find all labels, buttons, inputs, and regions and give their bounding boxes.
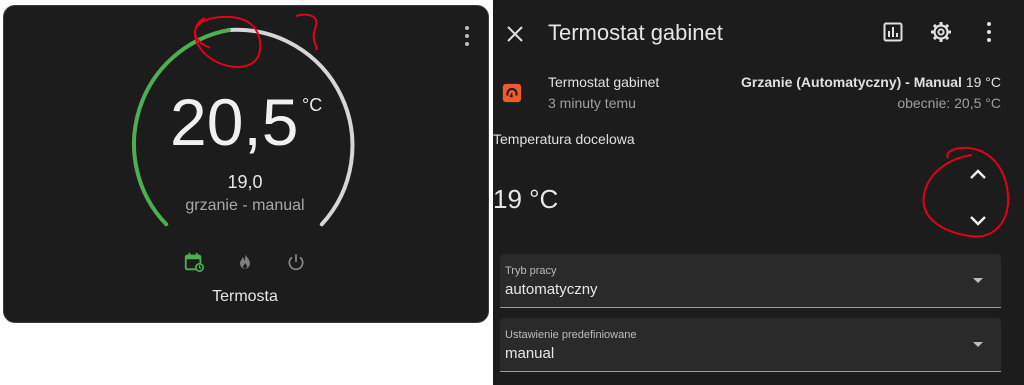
history-chart-icon[interactable] (881, 20, 905, 44)
target-temperature-value: 19 °C (493, 184, 559, 214)
target-temperature: 19,0 (227, 172, 263, 192)
thermostat-entity-icon (502, 83, 522, 103)
mode-buttons (180, 250, 310, 276)
gear-icon[interactable] (929, 20, 953, 44)
more-vert-icon[interactable] (981, 20, 997, 44)
target-temperature-label: Temperatura docelowa (493, 131, 635, 147)
hvac-mode-label: Tryb pracy (505, 265, 557, 277)
power-icon[interactable] (284, 250, 308, 274)
entity-name: Termostat gabinet (548, 74, 660, 90)
dialog-title: Termostat gabinet (548, 20, 723, 45)
hvac-mode-select[interactable]: Tryb pracy automatyczny (500, 254, 1001, 308)
temperature-dial[interactable] (0, 0, 493, 330)
preset-mode-select[interactable]: Ustawienie predefiniowane manual (500, 318, 1001, 372)
entity-state: Grzanie (Automatyczny) - Manual 19 °C (741, 74, 1001, 90)
entity-last-changed: 3 minuty temu (548, 95, 636, 111)
hvac-action-text: grzanie - manual (185, 197, 305, 214)
temperature-down-button[interactable] (963, 207, 993, 235)
calendar-sync-icon[interactable] (182, 250, 206, 274)
temperature-unit: °C (302, 95, 323, 115)
card-name: Termosta (212, 288, 278, 305)
hvac-mode-value: automatyczny (505, 281, 598, 298)
temperature-up-button[interactable] (963, 160, 993, 188)
entity-state-temp: 19 °C (965, 74, 1001, 90)
entity-state-mode: Grzanie (Automatyczny) - Manual (741, 74, 962, 90)
preset-mode-value: manual (505, 345, 555, 362)
preset-mode-label: Ustawienie predefiniowane (505, 329, 637, 341)
dropdown-arrow-icon (973, 342, 983, 347)
current-temperature: 20,5 (170, 85, 299, 159)
dropdown-arrow-icon (973, 278, 983, 283)
more-info-dialog: Termostat gabinet Termostat gabinet 3 mi… (493, 0, 1024, 385)
fire-icon[interactable] (233, 250, 257, 274)
entity-current-temp: obecnie: 20,5 °C (897, 95, 1001, 111)
close-icon[interactable] (503, 22, 527, 46)
